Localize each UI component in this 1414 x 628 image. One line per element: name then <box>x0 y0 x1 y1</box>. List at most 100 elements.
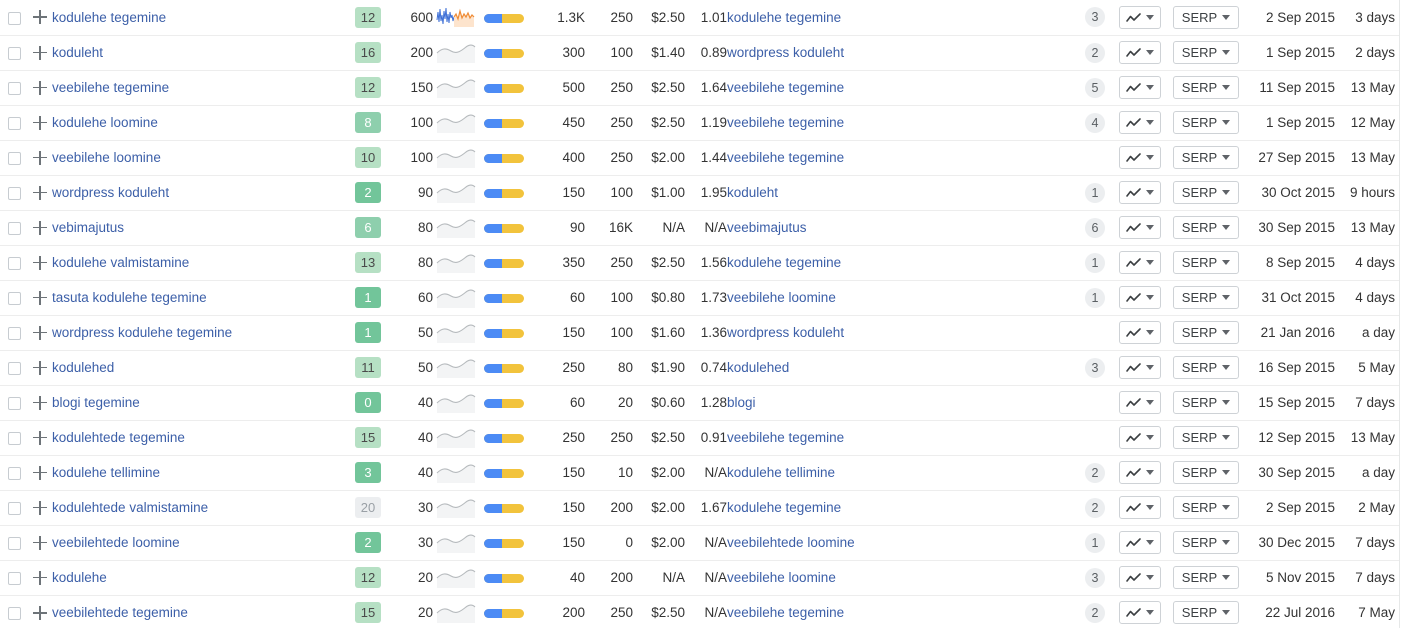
target-keyword-link[interactable]: veebilehe tegemine <box>727 605 844 620</box>
plus-icon[interactable] <box>32 80 48 96</box>
plus-icon[interactable] <box>32 500 48 516</box>
row-checkbox[interactable] <box>7 256 21 270</box>
vertical-scrollbar[interactable] <box>1399 0 1414 628</box>
row-checkbox[interactable] <box>7 291 21 305</box>
keyword-link[interactable]: tasuta kodulehe tegemine <box>52 290 207 305</box>
row-checkbox[interactable] <box>7 571 21 585</box>
row-checkbox[interactable] <box>7 221 21 235</box>
keyword-link[interactable]: veebilehe tegemine <box>52 80 169 95</box>
target-keyword-link[interactable]: kodulehe tegemine <box>727 10 841 25</box>
chart-dropdown-button[interactable] <box>1119 391 1161 414</box>
chart-dropdown-button[interactable] <box>1119 286 1161 309</box>
table-row[interactable]: kodulehe valmistamine 13 80 350 250 $2.5… <box>0 244 1414 280</box>
serp-dropdown-button[interactable]: SERP <box>1173 76 1239 99</box>
chart-dropdown-button[interactable] <box>1119 531 1161 554</box>
keyword-link[interactable]: kodulehe <box>52 570 107 585</box>
table-row[interactable]: kodulehe loomine 8 100 450 250 $2.50 1.1… <box>0 104 1414 140</box>
serp-dropdown-button[interactable]: SERP <box>1173 426 1239 449</box>
table-row[interactable]: kodulehtede tegemine 15 40 250 250 $2.50… <box>0 419 1414 455</box>
plus-icon[interactable] <box>32 570 48 586</box>
chart-dropdown-button[interactable] <box>1119 461 1161 484</box>
plus-icon[interactable] <box>32 185 48 201</box>
row-checkbox[interactable] <box>7 151 21 165</box>
chart-dropdown-button[interactable] <box>1119 566 1161 589</box>
keyword-link[interactable]: koduleht <box>52 45 103 60</box>
table-row[interactable]: veebilehtede tegemine 15 20 200 250 $2.5… <box>0 594 1414 628</box>
row-checkbox[interactable] <box>7 396 21 410</box>
plus-icon[interactable] <box>32 9 48 25</box>
target-keyword-link[interactable]: veebilehe tegemine <box>727 80 844 95</box>
chart-dropdown-button[interactable] <box>1119 76 1161 99</box>
row-checkbox[interactable] <box>7 116 21 130</box>
target-keyword-link[interactable]: veebilehe loomine <box>727 570 836 585</box>
serp-dropdown-button[interactable]: SERP <box>1173 111 1239 134</box>
table-row[interactable]: veebilehtede loomine 2 30 150 0 $2.00 N/… <box>0 524 1414 560</box>
keyword-link[interactable]: kodulehe valmistamine <box>52 255 189 270</box>
target-keyword-link[interactable]: veebilehe tegemine <box>727 150 844 165</box>
row-checkbox[interactable] <box>7 361 21 375</box>
keyword-link[interactable]: kodulehtede tegemine <box>52 430 185 445</box>
serp-dropdown-button[interactable]: SERP <box>1173 216 1239 239</box>
keyword-link[interactable]: vebimajutus <box>52 220 124 235</box>
row-checkbox[interactable] <box>7 46 21 60</box>
keyword-link[interactable]: kodulehtede valmistamine <box>52 500 208 515</box>
target-keyword-link[interactable]: veebilehe tegemine <box>727 430 844 445</box>
table-row[interactable]: kodulehed 11 50 250 80 $1.90 0.74 kodule… <box>0 349 1414 385</box>
serp-dropdown-button[interactable]: SERP <box>1173 496 1239 519</box>
keyword-link[interactable]: kodulehe tellimine <box>52 465 160 480</box>
serp-dropdown-button[interactable]: SERP <box>1173 41 1239 64</box>
row-checkbox[interactable] <box>7 607 21 621</box>
target-keyword-link[interactable]: kodulehe tellimine <box>727 465 835 480</box>
table-row[interactable]: wordpress koduleht 2 90 150 100 $1.00 1.… <box>0 174 1414 210</box>
target-keyword-link[interactable]: veebilehtede loomine <box>727 535 855 550</box>
keyword-link[interactable]: kodulehed <box>52 360 114 375</box>
table-row[interactable]: kodulehe tellimine 3 40 150 10 $2.00 N/A… <box>0 454 1414 490</box>
table-row[interactable]: kodulehe tegemine 12 600 1.3K 250 $2.50 … <box>0 0 1414 35</box>
chart-dropdown-button[interactable] <box>1119 251 1161 274</box>
chart-dropdown-button[interactable] <box>1119 111 1161 134</box>
target-keyword-link[interactable]: wordpress koduleht <box>727 45 844 60</box>
table-row[interactable]: veebilehe tegemine 12 150 500 250 $2.50 … <box>0 69 1414 105</box>
keyword-link[interactable]: blogi tegemine <box>52 395 140 410</box>
keyword-link[interactable]: wordpress koduleht <box>52 185 169 200</box>
target-keyword-link[interactable]: koduleht <box>727 185 778 200</box>
row-checkbox[interactable] <box>7 11 21 25</box>
keyword-link[interactable]: kodulehe loomine <box>52 115 158 130</box>
plus-icon[interactable] <box>32 115 48 131</box>
keyword-link[interactable]: veebilehe loomine <box>52 150 161 165</box>
serp-dropdown-button[interactable]: SERP <box>1173 181 1239 204</box>
row-checkbox[interactable] <box>7 431 21 445</box>
chart-dropdown-button[interactable] <box>1119 426 1161 449</box>
plus-icon[interactable] <box>32 45 48 61</box>
chart-dropdown-button[interactable] <box>1119 496 1161 519</box>
chart-dropdown-button[interactable] <box>1119 146 1161 169</box>
table-row[interactable]: vebimajutus 6 80 90 16K N/A N/A veebimaj… <box>0 209 1414 245</box>
row-checkbox[interactable] <box>7 536 21 550</box>
table-row[interactable]: tasuta kodulehe tegemine 1 60 60 100 $0.… <box>0 279 1414 315</box>
plus-icon[interactable] <box>32 465 48 481</box>
serp-dropdown-button[interactable]: SERP <box>1173 251 1239 274</box>
chart-dropdown-button[interactable] <box>1119 321 1161 344</box>
target-keyword-link[interactable]: wordpress koduleht <box>727 325 844 340</box>
table-row[interactable]: wordpress kodulehe tegemine 1 50 150 100… <box>0 314 1414 350</box>
keyword-link[interactable]: wordpress kodulehe tegemine <box>52 325 232 340</box>
keyword-link[interactable]: veebilehtede tegemine <box>52 605 188 620</box>
plus-icon[interactable] <box>32 325 48 341</box>
target-keyword-link[interactable]: veebilehe loomine <box>727 290 836 305</box>
serp-dropdown-button[interactable]: SERP <box>1173 5 1239 29</box>
plus-icon[interactable] <box>32 255 48 271</box>
chart-dropdown-button[interactable] <box>1119 356 1161 379</box>
row-checkbox[interactable] <box>7 81 21 95</box>
chart-dropdown-button[interactable] <box>1119 5 1161 29</box>
table-row[interactable]: kodulehtede valmistamine 20 30 150 200 $… <box>0 489 1414 525</box>
row-checkbox[interactable] <box>7 466 21 480</box>
serp-dropdown-button[interactable]: SERP <box>1173 531 1239 554</box>
row-checkbox[interactable] <box>7 501 21 515</box>
table-row[interactable]: koduleht 16 200 300 100 $1.40 0.89 wordp… <box>0 34 1414 70</box>
chart-dropdown-button[interactable] <box>1119 601 1161 625</box>
chart-dropdown-button[interactable] <box>1119 41 1161 64</box>
serp-dropdown-button[interactable]: SERP <box>1173 391 1239 414</box>
plus-icon[interactable] <box>32 395 48 411</box>
row-checkbox[interactable] <box>7 186 21 200</box>
serp-dropdown-button[interactable]: SERP <box>1173 356 1239 379</box>
